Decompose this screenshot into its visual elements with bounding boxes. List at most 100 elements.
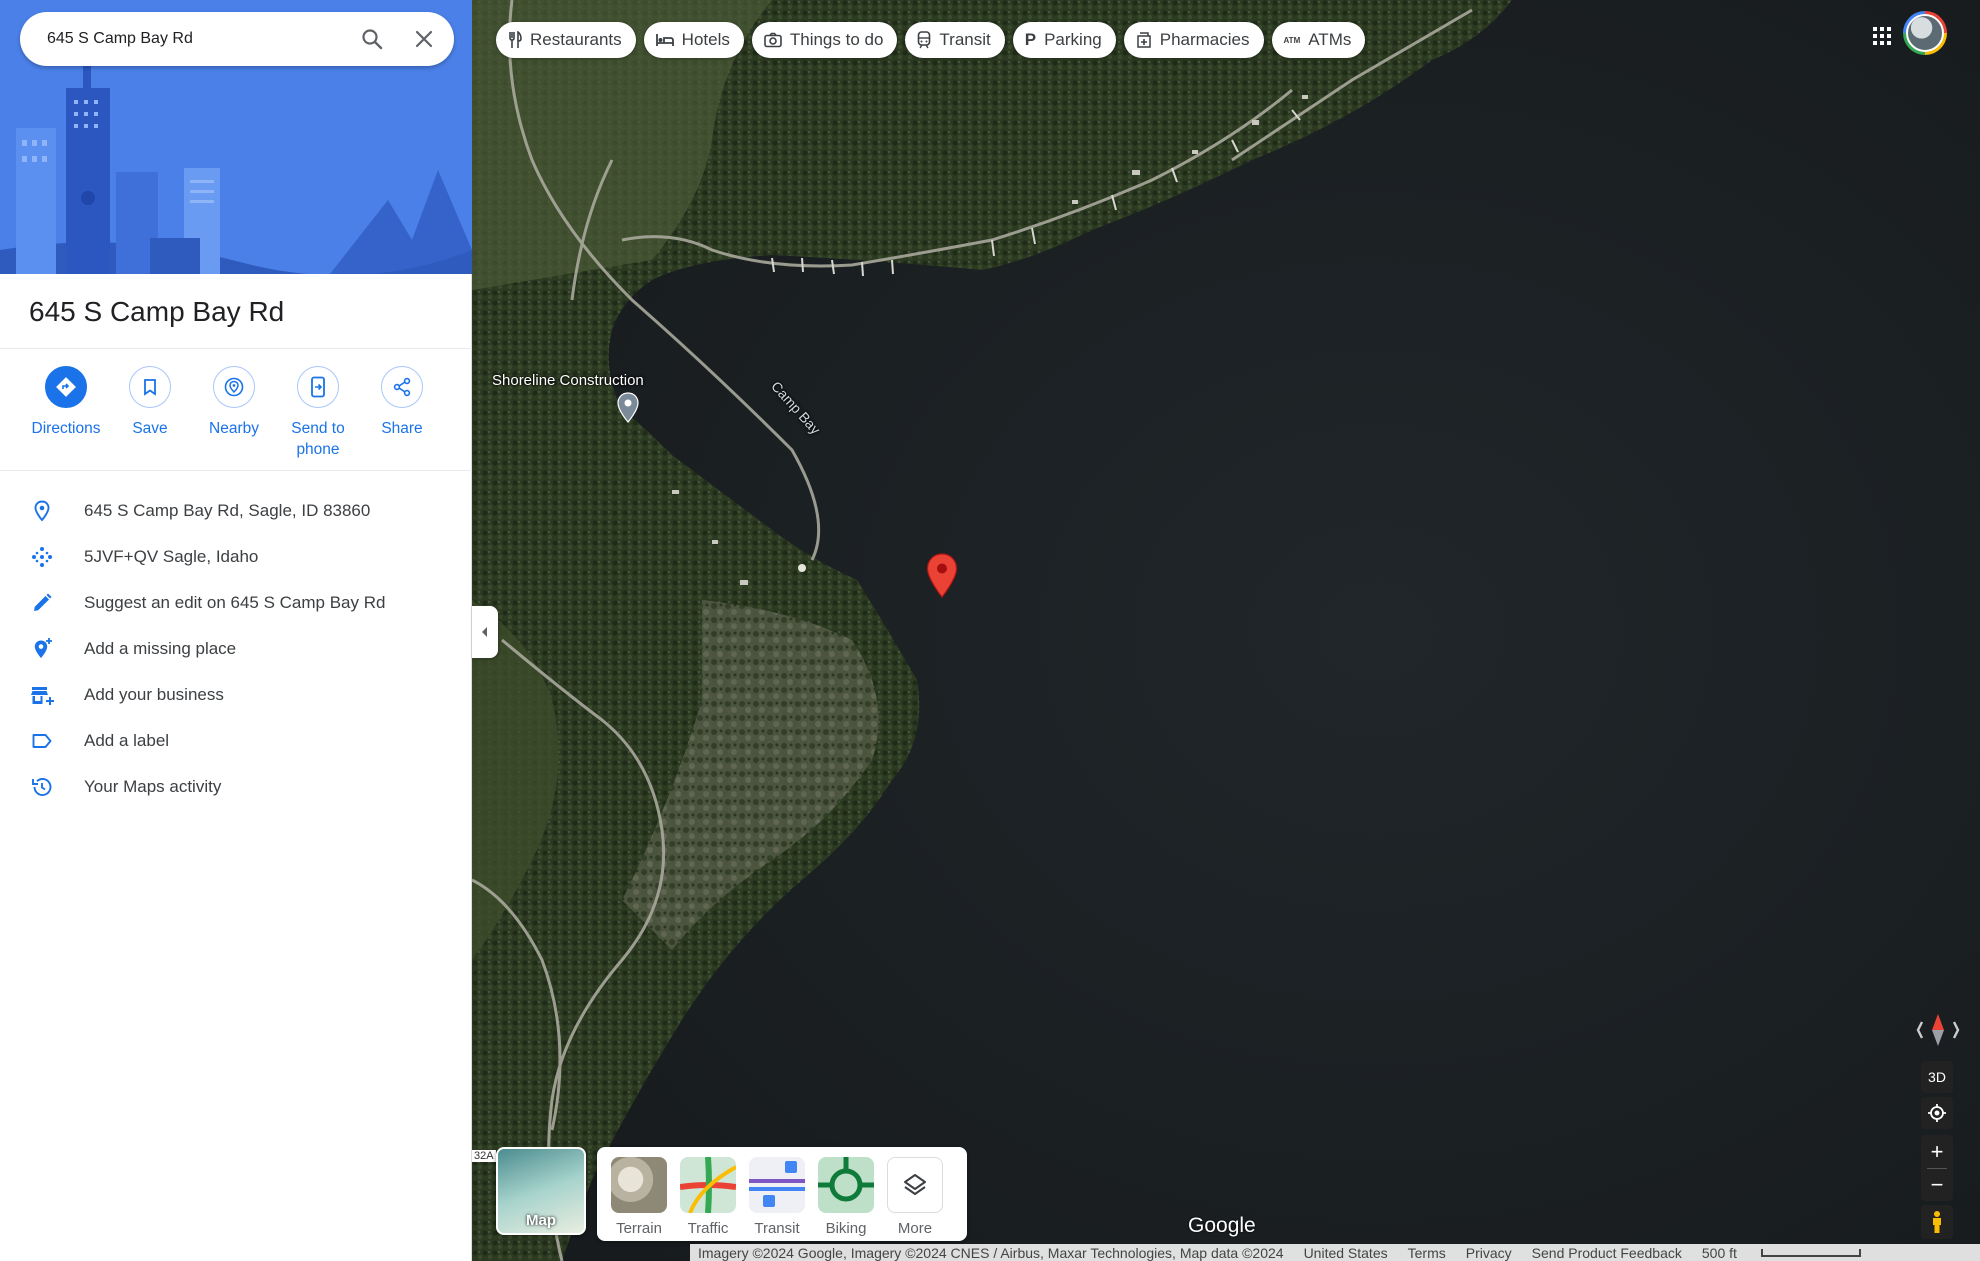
layer-traffic[interactable]: Traffic bbox=[680, 1157, 736, 1241]
add-label-text: Add a label bbox=[84, 731, 170, 750]
add-missing-place-text: Add a missing place bbox=[84, 639, 237, 658]
save-button[interactable]: Save bbox=[108, 366, 192, 460]
place-title: 645 S Camp Bay Rd bbox=[29, 296, 285, 327]
camera-icon bbox=[764, 32, 782, 48]
shoreline-construction-label[interactable]: Shoreline Construction bbox=[492, 372, 644, 389]
zoom-out-button[interactable]: − bbox=[1921, 1168, 1953, 1201]
chevron-left-icon bbox=[482, 627, 487, 637]
pencil-icon bbox=[34, 593, 52, 611]
chip-parking-label: Parking bbox=[1044, 30, 1102, 49]
directions-button[interactable]: Directions bbox=[24, 366, 108, 460]
plus-code-icon bbox=[32, 547, 52, 567]
send-feedback-link[interactable]: Send Product Feedback bbox=[1532, 1245, 1682, 1261]
my-location-button[interactable] bbox=[1921, 1097, 1953, 1129]
google-logo: Google bbox=[1188, 1214, 1256, 1237]
chip-things-to-do[interactable]: Things to do bbox=[751, 22, 898, 58]
chip-hotels-label: Hotels bbox=[681, 30, 730, 49]
layer-terrain[interactable]: Terrain bbox=[611, 1157, 667, 1241]
place-marker-small[interactable] bbox=[616, 392, 640, 429]
collapse-panel-button[interactable] bbox=[472, 606, 498, 658]
bed-icon bbox=[655, 34, 674, 46]
directions-label: Directions bbox=[31, 420, 101, 437]
terrain-icon bbox=[611, 1157, 667, 1213]
compass-icon bbox=[1916, 1014, 1960, 1046]
add-label-row[interactable]: Add a label bbox=[0, 718, 472, 764]
clear-search-button[interactable] bbox=[398, 13, 450, 65]
search-box[interactable]: 645 S Camp Bay Rd bbox=[20, 12, 454, 66]
layer-transit[interactable]: Transit bbox=[749, 1157, 805, 1241]
send-to-phone-label: Send to phone bbox=[291, 420, 345, 458]
privacy-link[interactable]: Privacy bbox=[1466, 1245, 1512, 1261]
chip-atms-label: ATMs bbox=[1308, 30, 1352, 49]
biking-icon bbox=[818, 1157, 874, 1213]
3d-toggle-button[interactable]: 3D bbox=[1921, 1061, 1953, 1093]
my-location-icon bbox=[1928, 1104, 1946, 1122]
chip-pharmacies[interactable]: Pharmacies bbox=[1123, 22, 1264, 58]
side-panel: 645 S Camp Bay Rd 645 S Camp Bay Rd Dire… bbox=[0, 0, 472, 1261]
zoom-in-button[interactable]: + bbox=[1921, 1135, 1953, 1168]
map-layer-toggle[interactable]: Map bbox=[496, 1147, 586, 1235]
terms-link[interactable]: Terms bbox=[1408, 1245, 1446, 1261]
directions-icon bbox=[56, 377, 76, 397]
search-icon bbox=[362, 29, 383, 50]
chip-parking[interactable]: P Parking bbox=[1012, 22, 1116, 58]
chip-hotels[interactable]: Hotels bbox=[643, 22, 744, 58]
divider bbox=[0, 470, 472, 471]
add-missing-place-row[interactable]: Add a missing place bbox=[0, 626, 472, 672]
send-to-phone-button[interactable]: Send to phone bbox=[276, 366, 360, 460]
compass-control[interactable] bbox=[1914, 1010, 1962, 1050]
plus-code-row[interactable]: 5JVF+QV Sagle, Idaho bbox=[0, 534, 472, 580]
search-button[interactable] bbox=[346, 13, 398, 65]
chip-restaurants[interactable]: Restaurants bbox=[496, 22, 636, 58]
info-list: 645 S Camp Bay Rd, Sagle, ID 83860 5JVF+… bbox=[0, 488, 472, 810]
share-button[interactable]: Share bbox=[360, 366, 444, 460]
scale-bar[interactable]: 500 ft bbox=[1702, 1245, 1881, 1261]
layer-traffic-label: Traffic bbox=[687, 1220, 729, 1237]
scale-label: 500 ft bbox=[1701, 1244, 1737, 1261]
layers-panel: Terrain Traffic Transit Biking More bbox=[597, 1147, 967, 1241]
chip-things-to-do-label: Things to do bbox=[789, 30, 884, 49]
add-business-text: Add your business bbox=[84, 685, 224, 704]
satellite-imagery bbox=[472, 0, 1980, 1261]
country-link[interactable]: United States bbox=[1304, 1245, 1388, 1261]
train-icon bbox=[918, 31, 931, 49]
divider bbox=[0, 348, 472, 349]
layer-biking-label: Biking bbox=[825, 1220, 867, 1237]
selected-location-marker[interactable] bbox=[924, 552, 960, 605]
suggest-edit-row[interactable]: Suggest an edit on 645 S Camp Bay Rd bbox=[0, 580, 472, 626]
plus-code-text: 5JVF+QV Sagle, Idaho bbox=[84, 547, 259, 566]
traffic-icon bbox=[680, 1157, 736, 1213]
layer-more[interactable]: More bbox=[887, 1157, 943, 1241]
layer-transit-label: Transit bbox=[754, 1220, 800, 1237]
atm-icon: ATM bbox=[1283, 35, 1301, 45]
map-layer-label: Map bbox=[526, 1212, 556, 1229]
add-business-row[interactable]: Add your business bbox=[0, 672, 472, 718]
gray-pin-icon bbox=[617, 392, 639, 423]
chip-transit-label: Transit bbox=[939, 30, 991, 49]
red-pin-icon bbox=[926, 553, 958, 598]
transit-icon bbox=[749, 1157, 805, 1213]
street-view-pegman[interactable] bbox=[1921, 1205, 1953, 1239]
chip-atms[interactable]: ATM ATMs bbox=[1271, 22, 1366, 58]
send-to-phone-icon bbox=[311, 376, 325, 398]
add-business-icon bbox=[31, 687, 54, 705]
chip-restaurants-label: Restaurants bbox=[530, 30, 622, 49]
road-shield: 32A bbox=[472, 1150, 496, 1162]
pegman-icon bbox=[1933, 1211, 1941, 1233]
suggest-edit-text: Suggest an edit on 645 S Camp Bay Rd bbox=[84, 593, 386, 612]
chip-transit[interactable]: Transit bbox=[905, 22, 1005, 58]
map-canvas[interactable] bbox=[472, 0, 1980, 1261]
maps-activity-row[interactable]: Your Maps activity bbox=[0, 764, 472, 810]
apps-grid-icon bbox=[1873, 27, 1891, 45]
imagery-attribution: Imagery ©2024 Google, Imagery ©2024 CNES… bbox=[698, 1244, 1284, 1261]
bookmark-icon bbox=[144, 379, 156, 396]
address-row[interactable]: 645 S Camp Bay Rd, Sagle, ID 83860 bbox=[0, 488, 472, 534]
search-input[interactable]: 645 S Camp Bay Rd bbox=[47, 30, 346, 48]
google-apps-button[interactable] bbox=[1862, 16, 1902, 56]
parking-icon: P bbox=[1024, 30, 1037, 49]
label-icon bbox=[32, 734, 52, 748]
account-avatar[interactable] bbox=[1903, 11, 1947, 55]
layer-biking[interactable]: Biking bbox=[818, 1157, 874, 1241]
nearby-button[interactable]: Nearby bbox=[192, 366, 276, 460]
fork-knife-icon bbox=[509, 31, 522, 48]
